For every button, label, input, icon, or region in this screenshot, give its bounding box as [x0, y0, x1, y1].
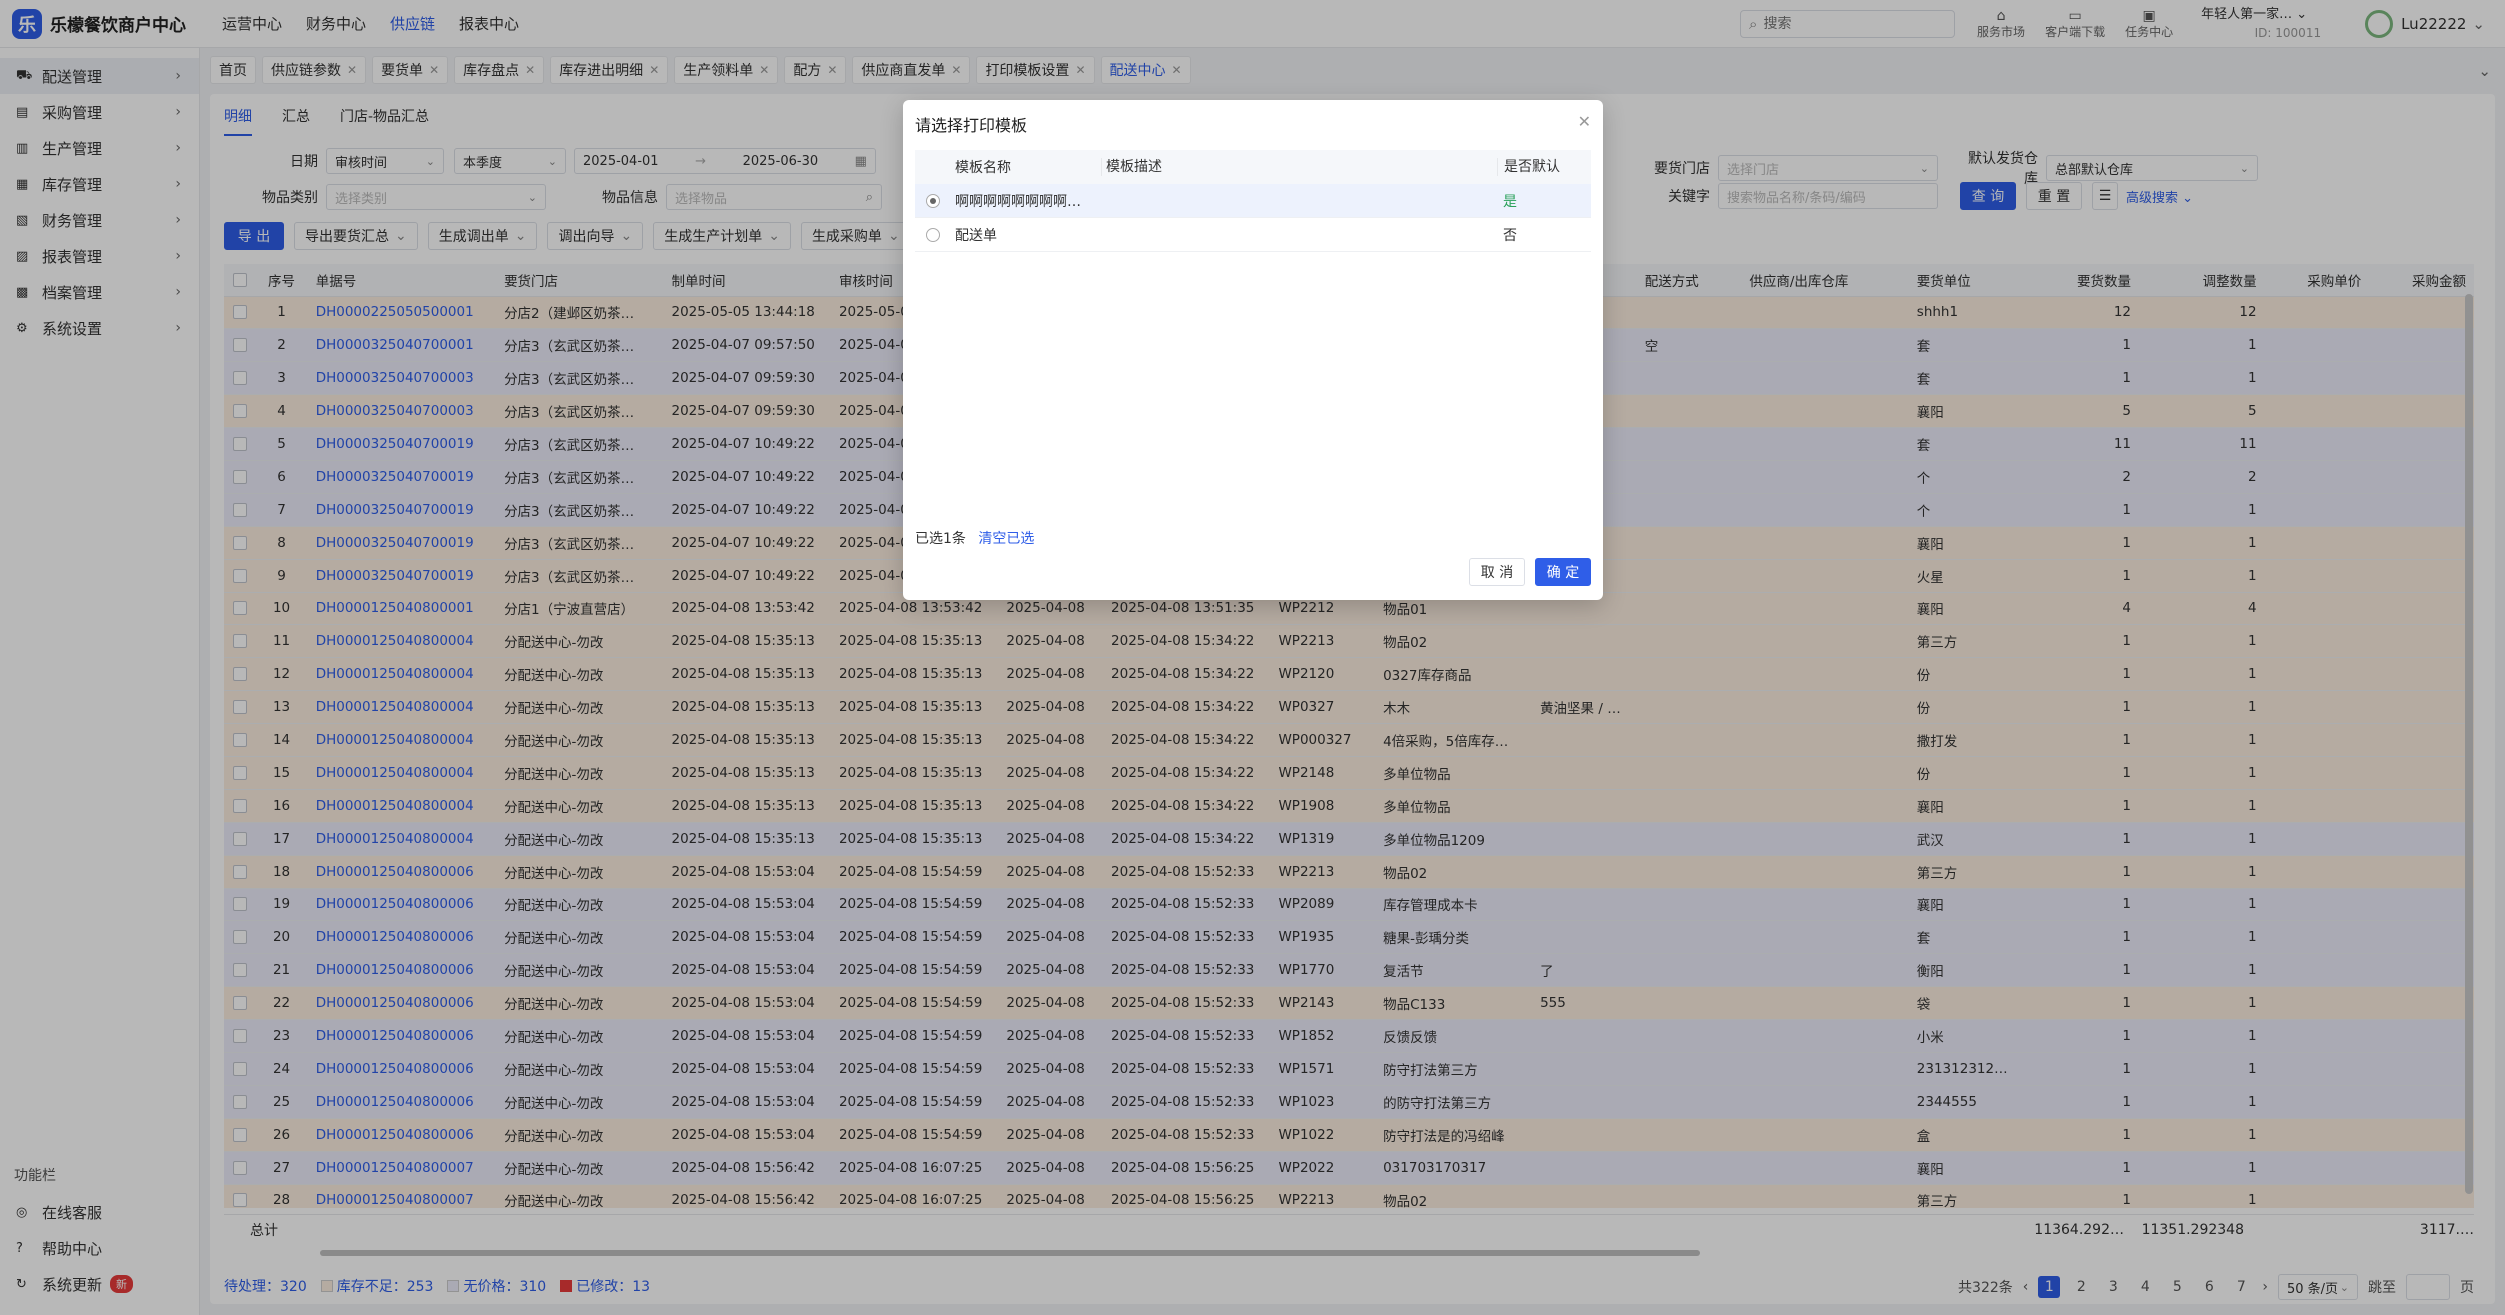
template-table-header: 模板名称 模板描述 是否默认 — [915, 150, 1591, 184]
template-default: 是 — [1503, 193, 1517, 210]
cancel-button[interactable]: 取 消 — [1469, 558, 1525, 586]
template-row[interactable]: 啊啊啊啊啊啊啊啊… 是 — [915, 184, 1591, 218]
selected-count: 已选1条 — [915, 531, 966, 547]
col-template-default: 是否默认 — [1497, 158, 1591, 176]
col-template-desc: 模板描述 — [1101, 158, 1497, 176]
clear-selection-link[interactable]: 清空已选 — [978, 531, 1034, 547]
confirm-button[interactable]: 确 定 — [1535, 558, 1591, 586]
modal-title: 请选择打印模板 — [915, 116, 1028, 135]
modal-buttons: 取 消 确 定 — [1469, 558, 1591, 586]
col-template-name: 模板名称 — [955, 160, 1011, 176]
template-radio[interactable] — [926, 193, 940, 208]
template-name: 啊啊啊啊啊啊啊啊… — [955, 193, 1081, 210]
selected-info: 已选1条 清空已选 — [915, 528, 1034, 548]
radio-cell — [915, 193, 951, 208]
template-row[interactable]: 配送单 否 — [915, 218, 1591, 252]
template-default: 否 — [1503, 227, 1517, 244]
radio-cell — [915, 227, 951, 242]
template-name: 配送单 — [955, 227, 997, 244]
close-icon[interactable]: ✕ — [1578, 112, 1591, 131]
template-radio[interactable] — [926, 227, 940, 242]
template-table: 模板名称 模板描述 是否默认 啊啊啊啊啊啊啊啊… 是 配送单 否 — [915, 150, 1591, 252]
print-template-modal: 请选择打印模板 ✕ 模板名称 模板描述 是否默认 啊啊啊啊啊啊啊啊… 是 配送单… — [903, 100, 1603, 600]
